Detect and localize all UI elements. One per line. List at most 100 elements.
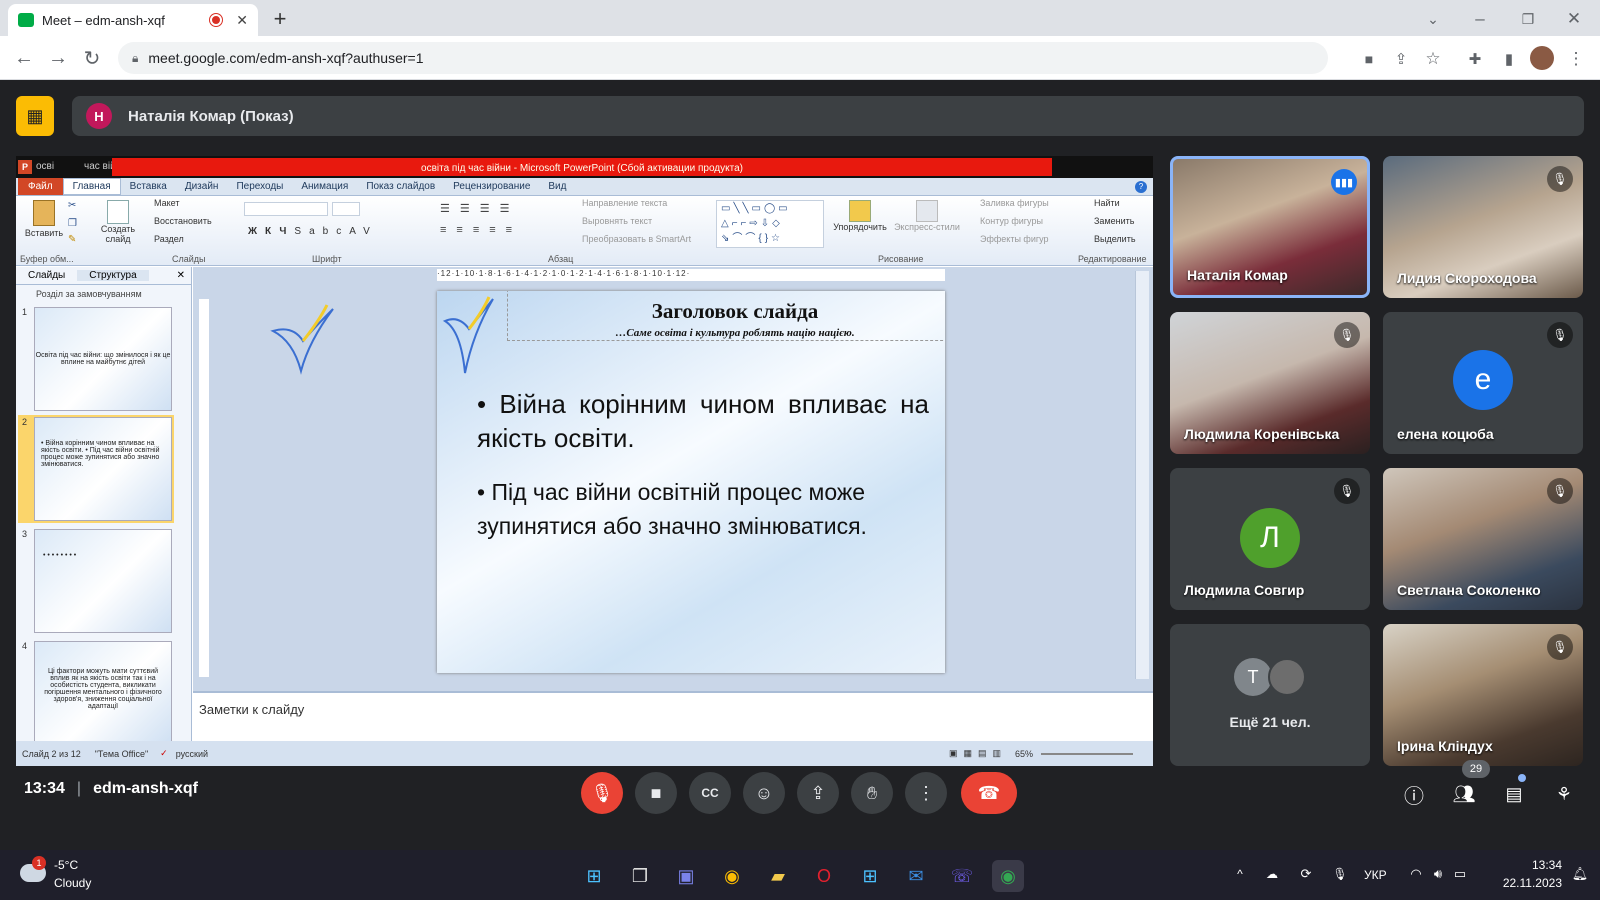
align-buttons[interactable]: ≡≡≡≡≡ bbox=[440, 224, 522, 236]
participant-tile[interactable]: 🎙︎ Лидия Скороходова bbox=[1383, 156, 1583, 298]
cut-icon[interactable]: ✂ bbox=[68, 200, 76, 211]
captions-button[interactable]: CC bbox=[689, 772, 731, 814]
shape-fill-button[interactable]: Заливка фигуры bbox=[980, 198, 1049, 208]
slide-thumb-4[interactable]: Ці фактори можуть мати суттєвий вплив як… bbox=[34, 641, 172, 741]
ribbon-tab-insert[interactable]: Вставка bbox=[121, 181, 176, 192]
presentation-badge-icon[interactable]: ▦ bbox=[16, 96, 54, 136]
people-icon[interactable]: 👥︎ bbox=[1450, 780, 1478, 808]
new-slide-button[interactable]: Создать слайд bbox=[98, 200, 138, 244]
spellcheck-icon[interactable]: ✓ bbox=[160, 748, 168, 759]
more-participants-tile[interactable]: Т Ещё 21 чел. bbox=[1170, 624, 1370, 766]
notes-pane[interactable]: Заметки к слайду bbox=[193, 691, 1153, 741]
participant-tile[interactable]: 🎙︎ Светлана Соколенко bbox=[1383, 468, 1583, 610]
store-icon[interactable]: ⊞ bbox=[854, 860, 886, 892]
select-button[interactable]: Выделить bbox=[1094, 234, 1136, 244]
close-tab-icon[interactable]: ✕ bbox=[236, 12, 248, 29]
restore-icon[interactable]: ❐ bbox=[1514, 6, 1542, 32]
opera-icon[interactable]: O bbox=[808, 860, 840, 892]
arrange-button[interactable]: Упорядочить bbox=[830, 200, 890, 232]
vertical-scrollbar[interactable] bbox=[1135, 271, 1149, 679]
extensions-icon[interactable]: ✚ bbox=[1462, 46, 1488, 72]
start-icon[interactable]: ⊞ bbox=[578, 860, 610, 892]
forward-icon[interactable]: → bbox=[44, 44, 72, 72]
new-tab-icon[interactable]: + bbox=[266, 6, 294, 32]
zoom-slider[interactable] bbox=[1041, 752, 1133, 755]
layout-button[interactable]: Макет bbox=[154, 198, 179, 208]
paste-button[interactable]: Вставить bbox=[24, 200, 64, 238]
input-language[interactable]: УКР bbox=[1364, 868, 1387, 882]
clock-date[interactable]: 22.11.2023 bbox=[1482, 876, 1562, 890]
mic-toggle-button[interactable]: 🎙︎ bbox=[581, 772, 623, 814]
align-text-button[interactable]: Выровнять текст bbox=[582, 216, 652, 226]
volume-icon[interactable]: 🔊︎ bbox=[1428, 864, 1448, 884]
ribbon-tab-transitions[interactable]: Переходы bbox=[227, 181, 292, 192]
tray-mic-icon[interactable]: 🎙︎ bbox=[1330, 864, 1350, 884]
participant-tile[interactable]: ▮▮▮ Наталія Комар bbox=[1170, 156, 1370, 298]
section-button[interactable]: Раздел bbox=[154, 234, 184, 244]
back-icon[interactable]: ← bbox=[10, 44, 38, 72]
tab-search-icon[interactable]: ⌄ bbox=[1420, 6, 1446, 32]
ribbon-tab-home[interactable]: Главная bbox=[62, 178, 121, 195]
font-size-box[interactable] bbox=[332, 202, 360, 216]
tray-sync-icon[interactable]: ⟳ bbox=[1296, 864, 1316, 884]
clock-time[interactable]: 13:34 bbox=[1498, 858, 1562, 872]
format-painter-icon[interactable]: ✎ bbox=[68, 234, 76, 245]
zoom-level[interactable]: 65% bbox=[1015, 749, 1033, 759]
shapes-gallery[interactable]: ▭╲╲▭◯▭ △⌐⌐⇨⇩◇ ⇘⌒⌒{}☆ bbox=[716, 200, 824, 248]
bookmark-star-icon[interactable]: ☆ bbox=[1420, 46, 1446, 72]
font-format-buttons[interactable]: ЖКЧSabcAV bbox=[248, 226, 378, 237]
find-button[interactable]: Найти bbox=[1094, 198, 1120, 208]
view-buttons[interactable]: ▣▦▤▥ bbox=[949, 748, 1007, 759]
slide-thumb-2[interactable]: • Війна корінним чином впливає на якість… bbox=[34, 417, 172, 521]
list-buttons[interactable]: ☰☰☰☰ bbox=[440, 202, 519, 215]
raise-hand-button[interactable]: ✋︎ bbox=[851, 772, 893, 814]
slide-thumb-1[interactable]: Освіта під час війни: що змінилося і як … bbox=[34, 307, 172, 411]
tray-chevron-icon[interactable]: ^ bbox=[1232, 864, 1248, 884]
ribbon-tab-animations[interactable]: Анимация bbox=[292, 181, 357, 192]
font-name-box[interactable] bbox=[244, 202, 328, 216]
participant-tile[interactable]: 🎙︎ Л Людмила Совгир bbox=[1170, 468, 1370, 610]
slide-canvas[interactable]: Заголовок слайда …Саме освіта і культура… bbox=[437, 291, 945, 673]
slide-thumb-3[interactable]: • • • • • • • • bbox=[34, 529, 172, 633]
battery-icon[interactable]: ▭ bbox=[1450, 864, 1470, 884]
browser-tab[interactable]: Meet – edm-ansh-xqf ✕ bbox=[8, 4, 258, 36]
activities-icon[interactable]: ⚘ bbox=[1550, 780, 1578, 808]
tab-slides[interactable]: Слайды bbox=[16, 270, 77, 281]
minimize-icon[interactable]: – bbox=[1466, 6, 1494, 32]
participant-tile[interactable]: 🎙︎ Людмила Коренівська bbox=[1170, 312, 1370, 454]
meeting-details-icon[interactable]: ⓘ bbox=[1400, 780, 1428, 808]
teams-icon[interactable]: ▣ bbox=[670, 860, 702, 892]
ribbon-tab-slideshow[interactable]: Показ слайдов bbox=[357, 181, 444, 192]
smartart-button[interactable]: Преобразовать в SmartArt bbox=[582, 234, 691, 244]
ribbon-tab-design[interactable]: Дизайн bbox=[176, 181, 228, 192]
mail-icon[interactable]: ✉ bbox=[900, 860, 932, 892]
viber-icon[interactable]: ☏ bbox=[946, 860, 978, 892]
camera-toggle-button[interactable]: ■ bbox=[635, 772, 677, 814]
close-pane-icon[interactable]: ✕ bbox=[177, 270, 185, 281]
section-header[interactable]: Розділ за замовчуванням bbox=[16, 285, 191, 299]
reset-button[interactable]: Восстановить bbox=[154, 216, 212, 226]
replace-button[interactable]: Заменить bbox=[1094, 216, 1134, 226]
shape-effects-button[interactable]: Эффекты фигур bbox=[980, 234, 1049, 244]
url-bar[interactable]: 🔒︎ meet.google.com/edm-ansh-xqf?authuser… bbox=[118, 42, 1328, 74]
chrome-active-icon[interactable]: ◉ bbox=[992, 860, 1024, 892]
help-icon[interactable]: ? bbox=[1135, 180, 1147, 193]
notifications-icon[interactable]: 🔔︎ bbox=[1570, 864, 1590, 884]
profile-avatar[interactable] bbox=[1530, 46, 1554, 70]
quick-styles-button[interactable]: Экспресс-стили bbox=[894, 200, 960, 232]
shape-outline-button[interactable]: Контур фигуры bbox=[980, 216, 1043, 226]
close-window-icon[interactable]: ✕ bbox=[1560, 6, 1588, 32]
task-view-icon[interactable]: ❐ bbox=[624, 860, 656, 892]
ribbon-tab-view[interactable]: Вид bbox=[539, 181, 575, 192]
present-button[interactable]: ⇪ bbox=[797, 772, 839, 814]
reload-icon[interactable]: ↻ bbox=[78, 44, 106, 72]
file-explorer-icon[interactable]: ▰ bbox=[762, 860, 794, 892]
chrome-icon[interactable]: ◉ bbox=[716, 860, 748, 892]
end-call-button[interactable]: ☎︎ bbox=[961, 772, 1017, 814]
emoji-button[interactable]: ☺ bbox=[743, 772, 785, 814]
share-icon[interactable]: ⇪ bbox=[1388, 46, 1414, 72]
more-options-button[interactable]: ⋮ bbox=[905, 772, 947, 814]
copy-icon[interactable]: ❐ bbox=[68, 218, 77, 229]
side-panel-icon[interactable]: ▮ bbox=[1496, 46, 1522, 72]
camera-in-use-icon[interactable]: ■ bbox=[1356, 46, 1382, 72]
